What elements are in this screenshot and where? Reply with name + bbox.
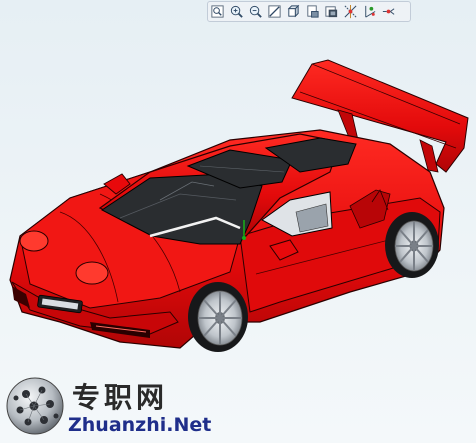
- spin-center-icon: [382, 8, 394, 15]
- car-3d-model[interactable]: [0, 22, 476, 443]
- zoom-out-icon: [249, 5, 262, 18]
- view-orientation-icon: [287, 4, 299, 18]
- display-style-icon: [306, 5, 319, 18]
- model-viewport[interactable]: [0, 22, 476, 443]
- display-style-button[interactable]: [303, 3, 321, 20]
- zoom-fit-icon: [210, 5, 224, 18]
- zoom-in-button[interactable]: [227, 3, 245, 20]
- datum-axes-button[interactable]: [360, 3, 378, 20]
- spin-center-button[interactable]: [379, 3, 397, 20]
- datum-axes-icon: [364, 5, 375, 18]
- datum-display-button[interactable]: [341, 3, 359, 20]
- sketch-view-icon: [267, 5, 281, 18]
- zoom-out-button[interactable]: [246, 3, 264, 20]
- watermark-chinese-text: 专职网: [72, 381, 169, 414]
- sketch-view-button[interactable]: [265, 3, 283, 20]
- watermark-site-text: Zhuanzhi.Net: [68, 414, 212, 436]
- datum-display-icon: [344, 4, 356, 19]
- front-wheel: [188, 282, 248, 352]
- rear-wheel: [385, 212, 439, 278]
- watermark-logo: [6, 377, 64, 435]
- zoom-fit-button[interactable]: [208, 3, 226, 20]
- view-orientation-button[interactable]: [284, 3, 302, 20]
- section-view-icon: [324, 6, 337, 18]
- view-toolbar: [207, 1, 411, 22]
- section-view-button[interactable]: [322, 3, 340, 20]
- zoom-in-icon: [230, 5, 243, 18]
